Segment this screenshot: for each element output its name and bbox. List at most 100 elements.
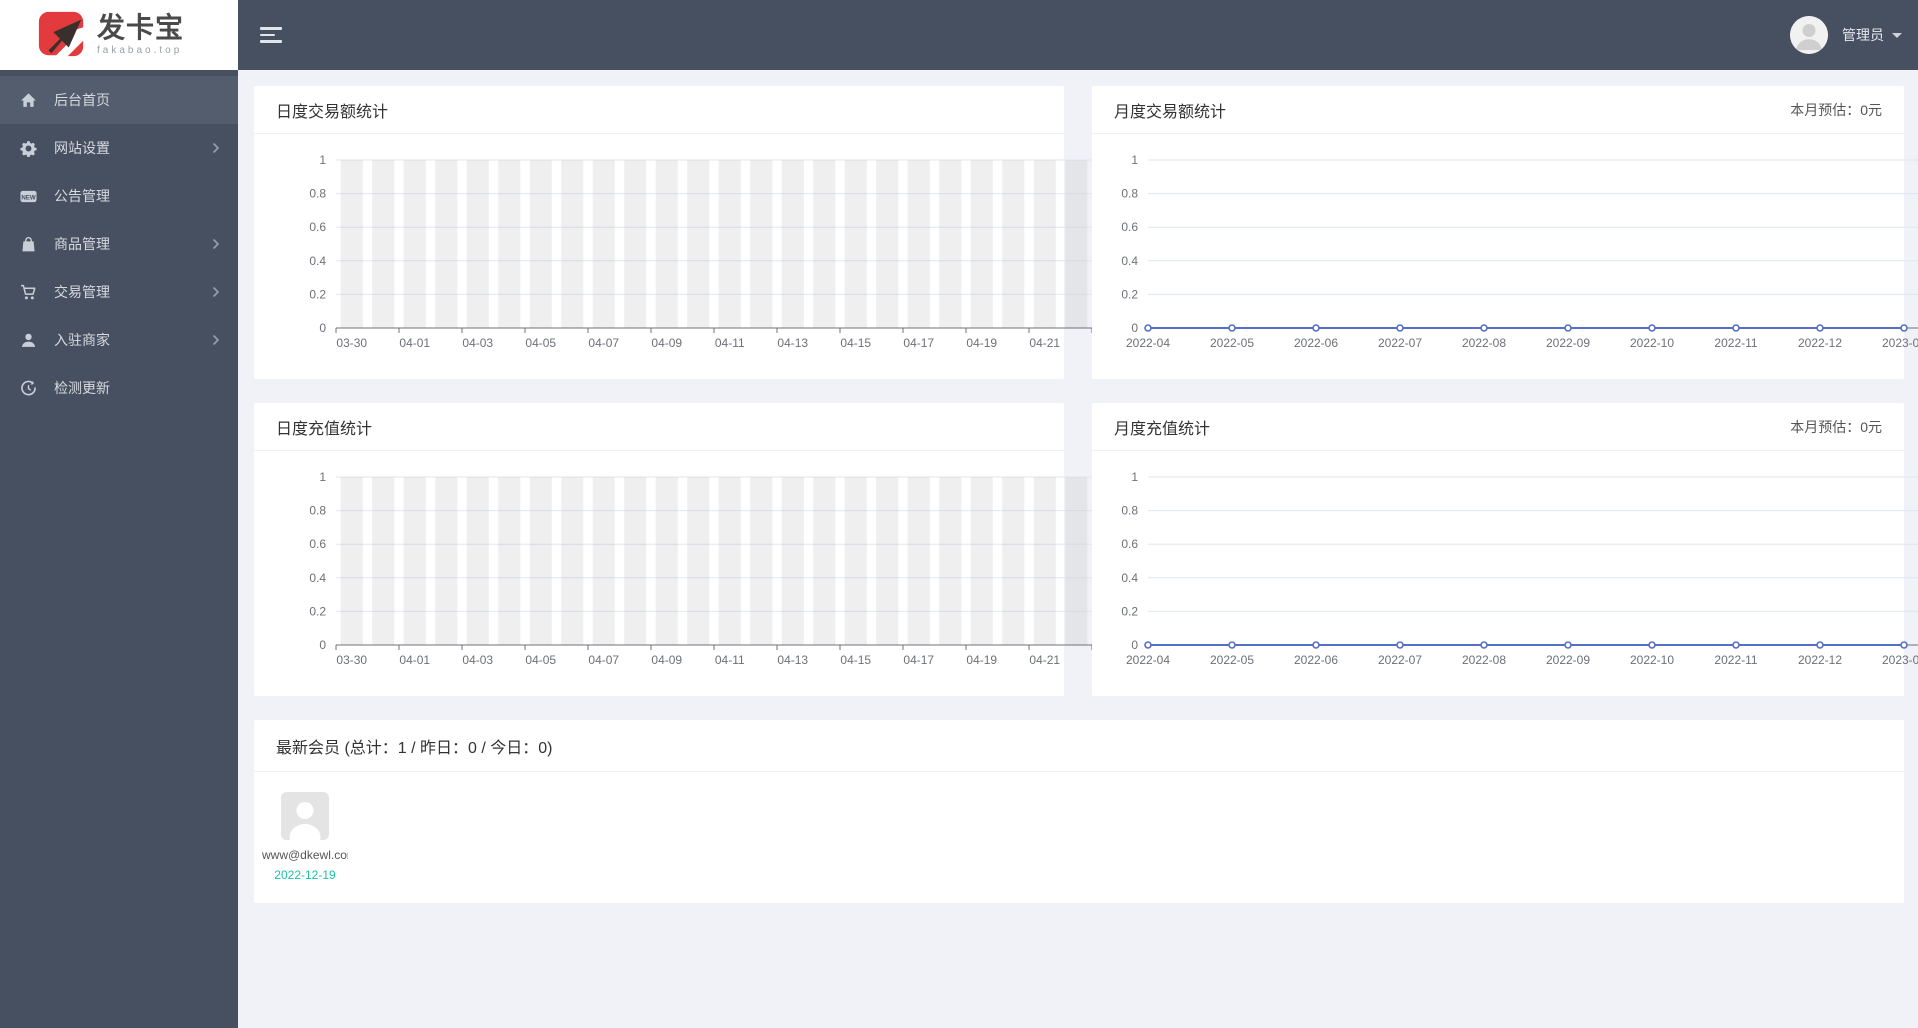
svg-text:04-11: 04-11 xyxy=(715,653,745,667)
svg-text:04-11: 04-11 xyxy=(715,336,745,350)
sidebar: 发卡宝 fakabao.top 后台首页网站设置 NEW 公告管理商品管理交易管理入… xyxy=(0,0,238,1028)
chevron-right-icon xyxy=(212,238,220,250)
sidebar-item-merchants[interactable]: 入驻商家 xyxy=(0,316,238,364)
svg-text:04-17: 04-17 xyxy=(903,336,934,350)
svg-text:2022-12: 2022-12 xyxy=(1798,653,1842,667)
svg-text:2022-11: 2022-11 xyxy=(1714,336,1757,350)
monthly-sales-chart[interactable]: 0 0.2 0.4 0.6 0.8 1 2022-04 2022-05 2022-06 2022-… xyxy=(1092,150,1918,362)
sidebar-item-label: 交易管理 xyxy=(54,284,110,300)
panel-daily-sales: 日度交易额统计 0 0.2 0.4 0.6 0.8 1 03-30 04-01 04-03 04-… xyxy=(254,86,1123,379)
sidebar-item-home[interactable]: 后台首页 xyxy=(0,76,238,124)
chevron-right-icon xyxy=(212,142,220,154)
svg-text:04-19: 04-19 xyxy=(966,653,997,667)
svg-text:0.8: 0.8 xyxy=(1121,504,1138,518)
svg-text:2022-05: 2022-05 xyxy=(1210,653,1254,667)
svg-text:2022-06: 2022-06 xyxy=(1294,653,1338,667)
svg-text:0.2: 0.2 xyxy=(1121,604,1138,618)
svg-text:04-13: 04-13 xyxy=(777,653,808,667)
sidebar-item-label: 公告管理 xyxy=(54,188,110,204)
panel-daily-recharge: 日度充值统计 0 0.2 0.4 0.6 0.8 1 03-30 04-01 04-03 04-0… xyxy=(254,403,1123,696)
user-name: 管理员 xyxy=(1842,27,1884,43)
member-email: www@dkewl.com xyxy=(262,848,348,862)
panel-title-monthly-recharge: 月度充值统计 xyxy=(1114,420,1211,438)
brand-logo[interactable]: 发卡宝 fakabao.top xyxy=(0,0,238,70)
svg-text:0.8: 0.8 xyxy=(309,187,326,201)
svg-text:2022-11: 2022-11 xyxy=(1714,653,1757,667)
latest-members-title: 最新会员 (总计：1 / 昨日：0 / 今日：0) xyxy=(276,739,553,757)
svg-text:0.6: 0.6 xyxy=(309,220,326,234)
brand-domain: fakabao.top xyxy=(97,45,183,56)
svg-text:0.2: 0.2 xyxy=(309,287,326,301)
svg-text:0: 0 xyxy=(319,638,326,652)
brand-name: 发卡宝 xyxy=(97,12,185,43)
svg-text:0.4: 0.4 xyxy=(309,254,326,268)
monthly-recharge-chart[interactable]: 0 0.2 0.4 0.6 0.8 1 2022-04 2022-05 2022-06 2022-… xyxy=(1092,467,1918,679)
svg-text:2022-07: 2022-07 xyxy=(1378,336,1422,350)
svg-text:0.4: 0.4 xyxy=(1121,254,1138,268)
svg-text:2022-09: 2022-09 xyxy=(1546,336,1590,350)
sidebar-item-label: 检测更新 xyxy=(54,380,110,396)
svg-text:03-30: 03-30 xyxy=(336,653,367,667)
sidebar-item-products[interactable]: 商品管理 xyxy=(0,220,238,268)
sidebar-item-label: 网站设置 xyxy=(54,140,110,156)
sidebar-item-announcements[interactable]: NEW 公告管理 xyxy=(0,172,238,220)
user-avatar xyxy=(1790,16,1828,54)
chevron-right-icon xyxy=(212,334,220,346)
svg-text:1: 1 xyxy=(319,470,326,484)
brand-logo-icon xyxy=(38,11,84,57)
svg-text:0.6: 0.6 xyxy=(1121,537,1138,551)
svg-text:2022-09: 2022-09 xyxy=(1546,653,1590,667)
svg-text:0: 0 xyxy=(1131,321,1138,335)
chevron-right-icon xyxy=(212,286,220,298)
svg-text:2023-01: 2023-01 xyxy=(1882,653,1918,667)
sidebar-item-label: 商品管理 xyxy=(54,236,110,252)
svg-text:2022-10: 2022-10 xyxy=(1630,653,1674,667)
sidebar-item-update-check[interactable]: 检测更新 xyxy=(0,364,238,412)
main-content: 日度交易额统计 0 0.2 0.4 0.6 0.8 1 03-30 04-01 04-03 04-… xyxy=(238,70,1918,927)
svg-text:0.4: 0.4 xyxy=(309,571,326,585)
user-icon xyxy=(20,332,37,349)
monthly-sales-estimate: 本月预估：0元 xyxy=(1790,101,1882,118)
svg-text:0: 0 xyxy=(319,321,326,335)
panel-monthly-sales: 月度交易额统计 本月预估：0元 0 0.2 0.4 0.6 0.8 1 2022-04 202… xyxy=(1092,86,1918,379)
daily-sales-chart[interactable]: 0 0.2 0.4 0.6 0.8 1 03-30 04-01 04-03 04-05 04-07 0… xyxy=(254,150,1123,362)
hamburger-menu-icon[interactable] xyxy=(260,23,282,47)
svg-text:2023-01: 2023-01 xyxy=(1882,336,1918,350)
daily-recharge-chart[interactable]: 0 0.2 0.4 0.6 0.8 1 03-30 04-01 04-03 04-05 04-07 0… xyxy=(254,467,1123,679)
sidebar-item-site-settings[interactable]: 网站设置 xyxy=(0,124,238,172)
svg-text:04-19: 04-19 xyxy=(966,336,997,350)
panel-monthly-recharge: 月度充值统计 本月预估：0元 0 0.2 0.4 0.6 0.8 1 2022-04 2022… xyxy=(1092,403,1918,696)
sidebar-item-label: 入驻商家 xyxy=(54,332,110,348)
svg-text:04-13: 04-13 xyxy=(777,336,808,350)
svg-text:04-05: 04-05 xyxy=(525,653,556,667)
svg-text:04-03: 04-03 xyxy=(462,336,493,350)
svg-text:04-21: 04-21 xyxy=(1029,336,1060,350)
panel-title-daily-recharge: 日度充值统计 xyxy=(276,420,373,438)
panel-latest-members: 最新会员 (总计：1 / 昨日：0 / 今日：0) www@dkewl.com 2… xyxy=(254,720,1904,903)
member-avatar xyxy=(281,792,329,840)
update-icon xyxy=(20,380,37,397)
topbar: 管理员 xyxy=(238,0,1918,70)
cart-icon xyxy=(20,284,37,301)
svg-text:2022-12: 2022-12 xyxy=(1798,336,1842,350)
svg-text:2022-10: 2022-10 xyxy=(1630,336,1674,350)
bag-icon xyxy=(20,236,37,253)
svg-text:2022-07: 2022-07 xyxy=(1378,653,1422,667)
new-badge-icon: NEW xyxy=(20,188,37,205)
user-menu[interactable]: 管理员 xyxy=(1790,16,1902,54)
svg-text:04-03: 04-03 xyxy=(462,653,493,667)
svg-text:2022-05: 2022-05 xyxy=(1210,336,1254,350)
svg-text:2022-06: 2022-06 xyxy=(1294,336,1338,350)
sidebar-item-orders[interactable]: 交易管理 xyxy=(0,268,238,316)
svg-text:04-01: 04-01 xyxy=(399,653,430,667)
sidebar-menu: 后台首页网站设置 NEW 公告管理商品管理交易管理入驻商家检测更新 xyxy=(0,70,238,412)
svg-text:0: 0 xyxy=(1131,638,1138,652)
svg-text:0.4: 0.4 xyxy=(1121,571,1138,585)
svg-text:2022-08: 2022-08 xyxy=(1462,653,1506,667)
svg-text:04-01: 04-01 xyxy=(399,336,430,350)
svg-text:1: 1 xyxy=(1131,153,1138,167)
svg-text:04-17: 04-17 xyxy=(903,653,934,667)
svg-text:04-05: 04-05 xyxy=(525,336,556,350)
svg-text:03-30: 03-30 xyxy=(336,336,367,350)
svg-text:04-15: 04-15 xyxy=(840,336,871,350)
